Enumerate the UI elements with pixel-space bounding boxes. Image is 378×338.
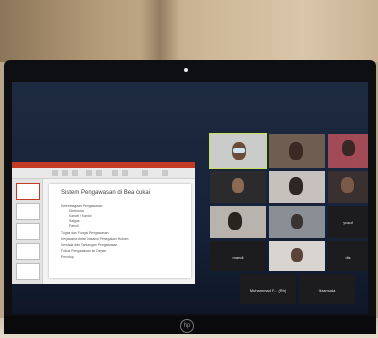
background-wall: [0, 0, 378, 62]
slide-sub-bullet: Satgas: [69, 219, 80, 223]
hp-logo: hp: [180, 319, 194, 333]
current-slide: Sistem Pengawasan di Bea cukai Kelembaga…: [49, 184, 191, 278]
participant-name: dis: [345, 254, 351, 260]
slide-bullet: Kendala dan Tantangan Pengawasan: [61, 243, 118, 247]
participant-tile[interactable]: Ikramuda: [299, 274, 355, 304]
slide-bullet: Tugas dan Fungsi Pengawasan: [61, 231, 109, 235]
participant-tile[interactable]: [328, 171, 368, 203]
slide-bullet: Fokus Pengawasan ke Depan: [61, 249, 107, 253]
wall-shadow: [140, 0, 180, 62]
shared-presentation-window: Sistem Pengawasan di Bea cukai Kelembaga…: [12, 162, 195, 284]
participant-tile[interactable]: Muhammad F... (Rh): [240, 274, 296, 304]
participant-tile[interactable]: yusuf: [328, 206, 368, 238]
laptop-screen: Sistem Pengawasan di Bea cukai Kelembaga…: [12, 82, 368, 314]
participant-tile[interactable]: [269, 241, 325, 271]
participant-tile[interactable]: [269, 134, 325, 168]
slide-thumbnail[interactable]: [16, 263, 40, 280]
participant-tile[interactable]: [269, 206, 325, 238]
participant-name: mandi: [232, 254, 244, 260]
slide-thumbnail[interactable]: [16, 183, 40, 200]
laptop-bottom-bezel: hp: [4, 316, 376, 334]
participant-tile[interactable]: mandi: [210, 241, 266, 271]
participant-name: Muhammad F... (Rh): [249, 287, 287, 293]
slide-thumbnail[interactable]: [16, 243, 40, 260]
slide-bullet: Kelembagaan Pengawasan: [61, 204, 103, 208]
laptop: Sistem Pengawasan di Bea cukai Kelembaga…: [4, 60, 376, 334]
participant-tile[interactable]: [328, 134, 368, 168]
slide-sub-bullet: Direktorat: [69, 209, 84, 213]
participant-name: Ikramuda: [318, 287, 336, 293]
slide-thumbnail-pane: [12, 179, 43, 284]
powerpoint-ribbon: [12, 168, 195, 179]
slide-bullet: Penutup: [61, 255, 74, 259]
slide-sub-bullet: Patroli: [69, 224, 79, 228]
slide-bullet: Kerjasama Antar Instansi Penegakan Hukum: [61, 237, 129, 241]
participant-tile[interactable]: [209, 133, 267, 169]
slide-title: Sistem Pengawasan di Bea cukai: [61, 190, 151, 196]
slide-thumbnail[interactable]: [16, 223, 40, 240]
slide-thumbnail[interactable]: [16, 203, 40, 220]
participant-tile[interactable]: [210, 206, 266, 238]
participant-tile[interactable]: dis: [328, 241, 368, 271]
webcam-icon: [184, 68, 188, 72]
slide-sub-bullet: Kanwil / Kantor: [69, 214, 92, 218]
participant-tile[interactable]: [269, 171, 325, 203]
participant-tile[interactable]: [210, 171, 266, 203]
participant-name: yusuf: [343, 220, 353, 226]
